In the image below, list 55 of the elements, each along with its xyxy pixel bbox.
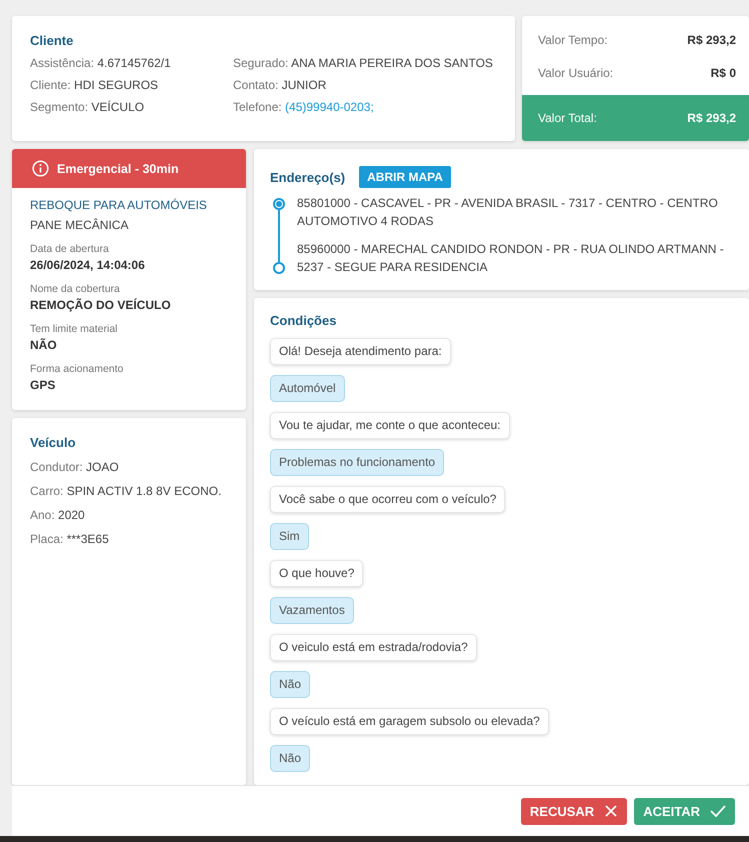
info-icon	[32, 160, 49, 177]
phone-link[interactable]: (45)99940-0203;	[285, 100, 374, 114]
detail-value: REMOÇÃO DO VEÍCULO	[30, 298, 172, 312]
address-text: 85801000 - CASCAVEL - PR - AVENIDA BRASIL - 7317 - CENTRO - CENTRO AUTOMOTIVO 4 RODAS	[297, 195, 719, 230]
question-bubble: O veículo está em garagem subsolo ou elevada?	[270, 708, 549, 735]
value-label: Valor Total:	[538, 111, 597, 125]
detail-label: Tem limite material	[30, 323, 119, 335]
question-bubble: O veiculo está em estrada/rodovia?	[270, 634, 477, 661]
value-amount: R$ 293,2	[687, 32, 736, 46]
question-bubble: Vou te ajudar, me conte o que aconteceu:	[270, 412, 510, 439]
detail-label: Nome da cobertura	[30, 283, 121, 295]
detail-label: Forma acionamento	[30, 363, 124, 375]
conditions-title: Condições	[270, 313, 336, 328]
client-field: Segmento: VEÍCULO	[30, 100, 233, 114]
detail-value: NÃO	[30, 338, 58, 352]
vehicle-field: Ano: 2020	[30, 508, 232, 522]
address-title: Endereço(s)	[270, 170, 346, 184]
vehicle-title: Veículo	[30, 435, 77, 450]
vehicle-field: Carro: SPIN ACTIV 1.8 8V ECONO.	[30, 484, 232, 498]
service-title: REBOQUE PARA AUTOMÓVEIS	[30, 198, 208, 212]
answer-bubble: Sim	[270, 523, 309, 550]
answer-bubble: Automóvel	[270, 375, 345, 402]
origin-marker-icon	[273, 198, 285, 210]
value-label: Valor Tempo:	[538, 32, 608, 46]
phone-field: Telefone: (45)99940-0203;	[233, 100, 497, 114]
check-icon	[710, 805, 726, 817]
vehicle-field: Placa: ***3E65	[30, 532, 232, 546]
answer-bubble: Não	[270, 671, 310, 698]
client-title: Cliente	[30, 33, 74, 48]
answer-bubble: Não	[270, 745, 310, 772]
question-bubble: Você sabe o que ocorreu com o veículo?	[270, 486, 506, 513]
question-bubble: Olá! Deseja atendimento para:	[270, 338, 451, 365]
client-field: Segurado: ANA MARIA PEREIRA DOS SANTOS	[233, 56, 497, 70]
value-amount: R$ 293,2	[687, 111, 736, 125]
answer-bubble: Vazamentos	[270, 597, 354, 624]
detail-value: 26/06/2024, 14:04:06	[30, 258, 146, 272]
detail-label: Data de abertura	[30, 243, 110, 255]
client-field: Contato: JUNIOR	[233, 78, 497, 92]
service-subtitle: PANE MECÂNICA	[30, 218, 130, 232]
address-text: 85960000 - MARECHAL CANDIDO RONDON - PR - RUA OLINDO ARTMANN - 5237 - SEGUE PARA RESIDENCIA	[297, 241, 725, 276]
client-field: Assistência: 4.67145762/1	[30, 56, 233, 70]
accept-button[interactable]: ACEITAR	[634, 798, 735, 824]
answer-bubble: Problemas no funcionamento	[270, 449, 444, 476]
value-label: Valor Usuário:	[538, 66, 614, 80]
priority-text: Emergencial - 30min	[57, 162, 179, 176]
client-field: Cliente: HDI SEGUROS	[30, 78, 233, 92]
destination-marker-icon	[273, 262, 285, 274]
reject-button[interactable]: RECUSAR	[520, 798, 628, 824]
question-bubble: O que houve?	[270, 560, 364, 587]
value-amount: R$ 0	[710, 66, 736, 80]
route-line	[278, 210, 280, 262]
vehicle-field: Condutor: JOAO	[30, 460, 232, 474]
close-icon	[604, 804, 618, 818]
open-map-button[interactable]: ABRIR MAPA	[359, 166, 451, 188]
detail-value: GPS	[30, 378, 56, 392]
